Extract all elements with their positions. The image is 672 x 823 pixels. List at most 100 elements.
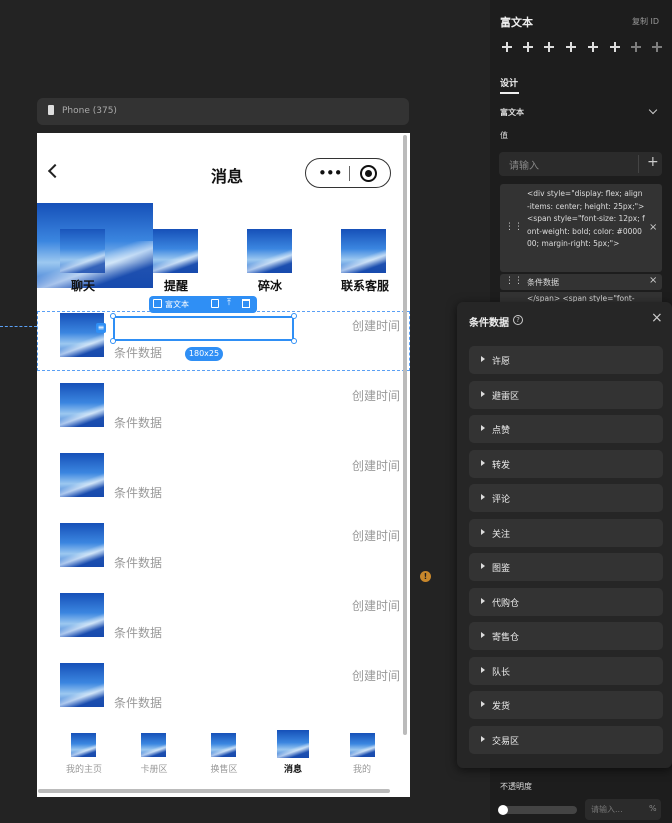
condition-item[interactable]: 发货 [469, 691, 663, 719]
remove-icon[interactable]: × [649, 222, 657, 233]
canvas-horizontal-scrollbar[interactable] [38, 789, 390, 793]
data-chip[interactable]: ⋮⋮ 条件数据 × [500, 274, 662, 290]
caret-right-icon [481, 736, 485, 742]
phone-canvas[interactable]: 消息 ••• 聊天 提醒 碎冰 联系客服 创建时间 条件数据 创建时间 条件数据… [37, 133, 410, 797]
guide-line-left [0, 326, 37, 327]
opacity-unit: % [649, 804, 657, 813]
row-time: 创建时间 [352, 599, 401, 613]
close-icon[interactable]: × [651, 310, 663, 326]
condition-item[interactable]: 点赞 [469, 415, 663, 443]
tab-image-chat [60, 229, 105, 273]
distribute-h-icon[interactable] [631, 42, 641, 52]
align-right-icon[interactable] [544, 42, 554, 52]
tab-chat[interactable]: 聊天 [61, 277, 105, 294]
nav-message[interactable]: 消息 [268, 762, 318, 775]
code-text: <div style="display: flex; align-items: … [527, 189, 645, 248]
row-thumbnail [60, 383, 104, 427]
capsule-menu[interactable]: ••• [305, 158, 391, 188]
selected-richtext-element[interactable] [113, 316, 294, 341]
distribute-v-icon[interactable] [652, 42, 662, 52]
nav-trade[interactable]: 换售区 [199, 762, 249, 775]
delete-icon[interactable] [242, 299, 250, 308]
help-icon[interactable]: ? [513, 315, 523, 325]
tab-underline [500, 92, 519, 94]
condition-item[interactable]: 许愿 [469, 346, 663, 374]
close-miniapp-icon[interactable] [360, 165, 377, 182]
caret-right-icon [481, 391, 485, 397]
align-left-icon[interactable] [502, 42, 512, 52]
nav-home[interactable]: 我的主页 [59, 762, 109, 775]
caret-right-icon [481, 701, 485, 707]
align-bottom-icon[interactable] [610, 42, 620, 52]
tab-remind[interactable]: 提醒 [154, 277, 198, 294]
add-icon[interactable]: + [647, 154, 659, 170]
tab-service[interactable]: 联系客服 [333, 277, 397, 294]
row-time: 创建时间 [352, 389, 401, 403]
caret-right-icon [481, 529, 485, 535]
resize-handle[interactable] [291, 313, 297, 319]
caret-right-icon [481, 667, 485, 673]
caret-right-icon [481, 598, 485, 604]
condition-item[interactable]: 关注 [469, 519, 663, 547]
canvas-vertical-scrollbar[interactable] [403, 135, 407, 735]
tab-image-remind [153, 229, 198, 273]
opacity-slider[interactable] [498, 805, 577, 815]
opacity-label: 不透明度 [500, 782, 532, 791]
caret-right-icon [481, 460, 485, 466]
opacity-input[interactable]: 请输入... % [585, 799, 661, 820]
align-middle-icon[interactable] [588, 42, 598, 52]
resize-handle[interactable] [110, 338, 116, 344]
align-top-icon[interactable] [566, 42, 576, 52]
align-center-h-icon[interactable] [523, 42, 533, 52]
drag-handle-icon[interactable]: ≡ [96, 323, 106, 333]
nav-icon-mine [350, 733, 375, 757]
tab-image-ice [247, 229, 292, 273]
condition-item[interactable]: 代购仓 [469, 588, 663, 616]
warning-icon[interactable]: ! [420, 571, 431, 582]
tab-design[interactable]: 设计 [500, 76, 518, 89]
copy-id-button[interactable]: 复制 ID [632, 16, 659, 27]
condition-item[interactable]: 评论 [469, 484, 663, 512]
remove-icon[interactable]: × [649, 275, 657, 286]
opacity-input-placeholder: 请输入... [591, 805, 623, 814]
drag-grip-icon[interactable]: ⋮⋮ [505, 276, 523, 286]
chip-label: 条件数据 [527, 278, 559, 287]
condition-item[interactable]: 交易区 [469, 726, 663, 754]
move-up-icon[interactable]: ⤒ [227, 298, 231, 308]
value-input-placeholder: 请输入 [509, 161, 539, 172]
nav-icon-trade [211, 733, 236, 757]
nav-icon-cards [141, 733, 166, 757]
resize-handle[interactable] [291, 338, 297, 344]
tab-image-service [341, 229, 386, 273]
copy-icon[interactable] [211, 299, 219, 308]
condition-item[interactable]: 图鉴 [469, 553, 663, 581]
row-text: 条件数据 [114, 626, 163, 640]
condition-data-popup: 条件数据 ? × 许愿 避雷区 点赞 转发 评论 关注 图鉴 代购仓 寄售仓 队… [457, 302, 672, 768]
condition-item[interactable]: 寄售仓 [469, 622, 663, 650]
size-badge: 180x25 [185, 347, 223, 361]
opacity-slider-thumb[interactable] [498, 805, 508, 815]
tab-ice[interactable]: 碎冰 [248, 277, 292, 294]
nav-icon-home [71, 733, 96, 757]
more-icon[interactable]: ••• [318, 166, 343, 181]
popup-title: 条件数据 [469, 318, 509, 329]
row-text: 条件数据 [114, 556, 163, 570]
condition-item[interactable]: 队长 [469, 657, 663, 685]
value-input[interactable]: 请输入 + [499, 152, 662, 176]
condition-item[interactable]: 避雷区 [469, 381, 663, 409]
row-text: 条件数据 [114, 486, 163, 500]
drag-grip-icon[interactable]: ⋮⋮ [505, 222, 523, 232]
device-label: Phone (375) [62, 106, 117, 116]
row-thumbnail [60, 523, 104, 567]
row-time: 创建时间 [352, 669, 401, 683]
nav-cards[interactable]: 卡册区 [129, 762, 179, 775]
back-icon[interactable] [47, 163, 63, 179]
code-block-1[interactable]: ⋮⋮ <div style="display: flex; align-item… [500, 184, 662, 272]
device-selector[interactable]: Phone (375) [37, 98, 409, 125]
collapse-icon[interactable] [648, 105, 658, 115]
richtext-type-icon [153, 299, 162, 308]
element-type-label: 富文本 [165, 300, 189, 309]
nav-mine[interactable]: 我的 [337, 762, 387, 775]
condition-item[interactable]: 转发 [469, 450, 663, 478]
resize-handle[interactable] [110, 313, 116, 319]
